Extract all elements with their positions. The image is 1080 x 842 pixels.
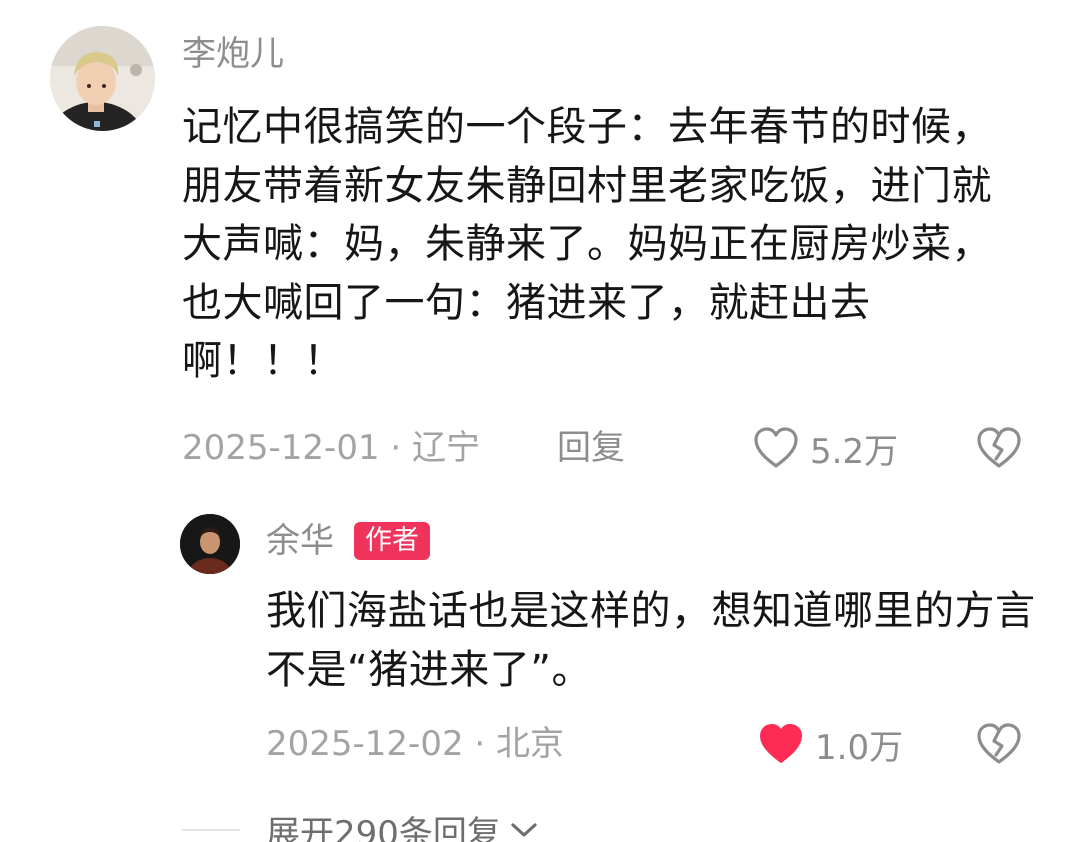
author-badge: 作者: [354, 522, 430, 560]
dislike-button[interactable]: [975, 424, 1023, 472]
author-avatar[interactable]: [180, 514, 240, 574]
commenter-username[interactable]: 李炮儿: [182, 30, 284, 78]
reply-meta: 2025-12-02 · 北京: [266, 720, 564, 768]
comment-thread: 李炮儿 记忆中很搞笑的一个段子：去年春节的时候，朋友带着新女友朱静回村里老家吃饭…: [0, 0, 1080, 842]
heart-filled-icon: [760, 724, 802, 763]
meta-separator: ·: [379, 428, 413, 468]
reply-location: 北京: [496, 724, 565, 764]
like-count: 5.2万: [810, 431, 899, 472]
reply-text: 我们海盐话也是这样的，想知道哪里的方言不是“猪进来了”。: [266, 588, 1036, 693]
comment-location: 辽宁: [412, 428, 481, 468]
chevron-down-icon: [511, 823, 537, 837]
reply-like-count: 1.0万: [815, 727, 904, 768]
like-button[interactable]: 5.2万: [752, 424, 898, 472]
heart-outline-icon: [754, 427, 798, 468]
broken-heart-icon: [977, 427, 1021, 468]
broken-heart-icon: [977, 723, 1021, 764]
author-username[interactable]: 余华: [266, 517, 334, 565]
reply-dislike-button[interactable]: [975, 720, 1023, 768]
expand-divider: [182, 829, 240, 831]
reply-date: 2025-12-02: [266, 724, 464, 764]
reply-button[interactable]: 回复: [557, 424, 625, 472]
expand-replies-button[interactable]: 展开290条回复: [266, 806, 539, 842]
comment-date: 2025-12-01: [182, 428, 380, 468]
comment-text: 记忆中很搞笑的一个段子：去年春节的时候，朋友带着新女友朱静回村里老家吃饭，进门就…: [182, 104, 992, 384]
comment-meta: 2025-12-01 · 辽宁: [182, 424, 480, 472]
commenter-avatar[interactable]: [50, 26, 155, 131]
reply-like-button[interactable]: 1.0万: [757, 720, 903, 768]
expand-replies-label: 展开290条回复: [266, 813, 501, 842]
user-avatar-photo: [180, 514, 240, 574]
user-avatar-photo: [50, 26, 155, 131]
meta-separator: ·: [463, 724, 497, 764]
